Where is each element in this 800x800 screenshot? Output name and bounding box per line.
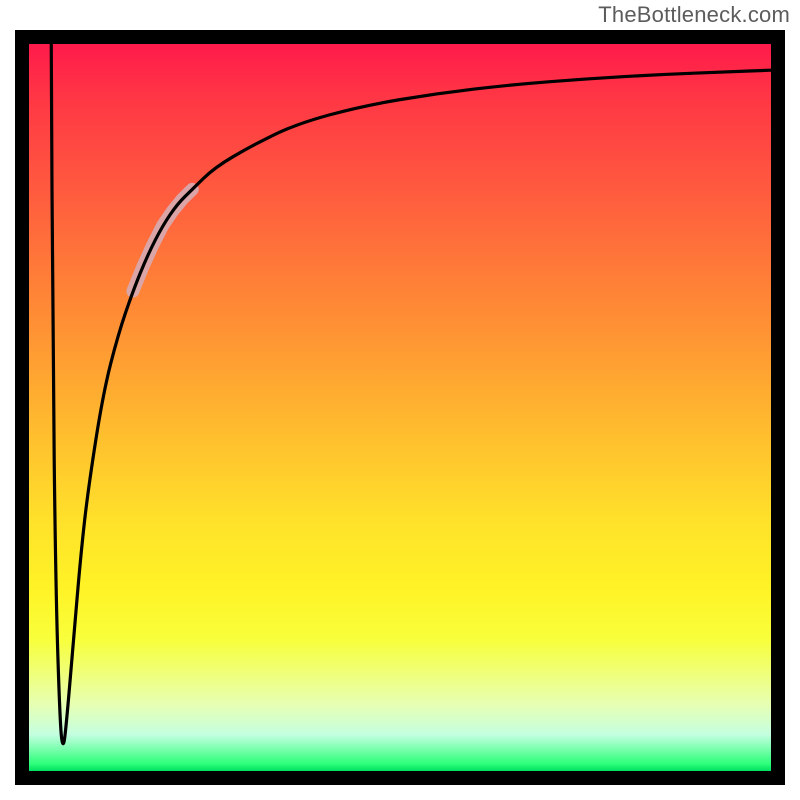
plot-frame — [15, 30, 785, 785]
attribution-label: TheBottleneck.com — [598, 2, 790, 28]
plot-svg — [29, 44, 771, 771]
curve-highlight-segment — [133, 189, 192, 291]
chart-stage: TheBottleneck.com — [0, 0, 800, 800]
curve-line — [51, 44, 771, 744]
